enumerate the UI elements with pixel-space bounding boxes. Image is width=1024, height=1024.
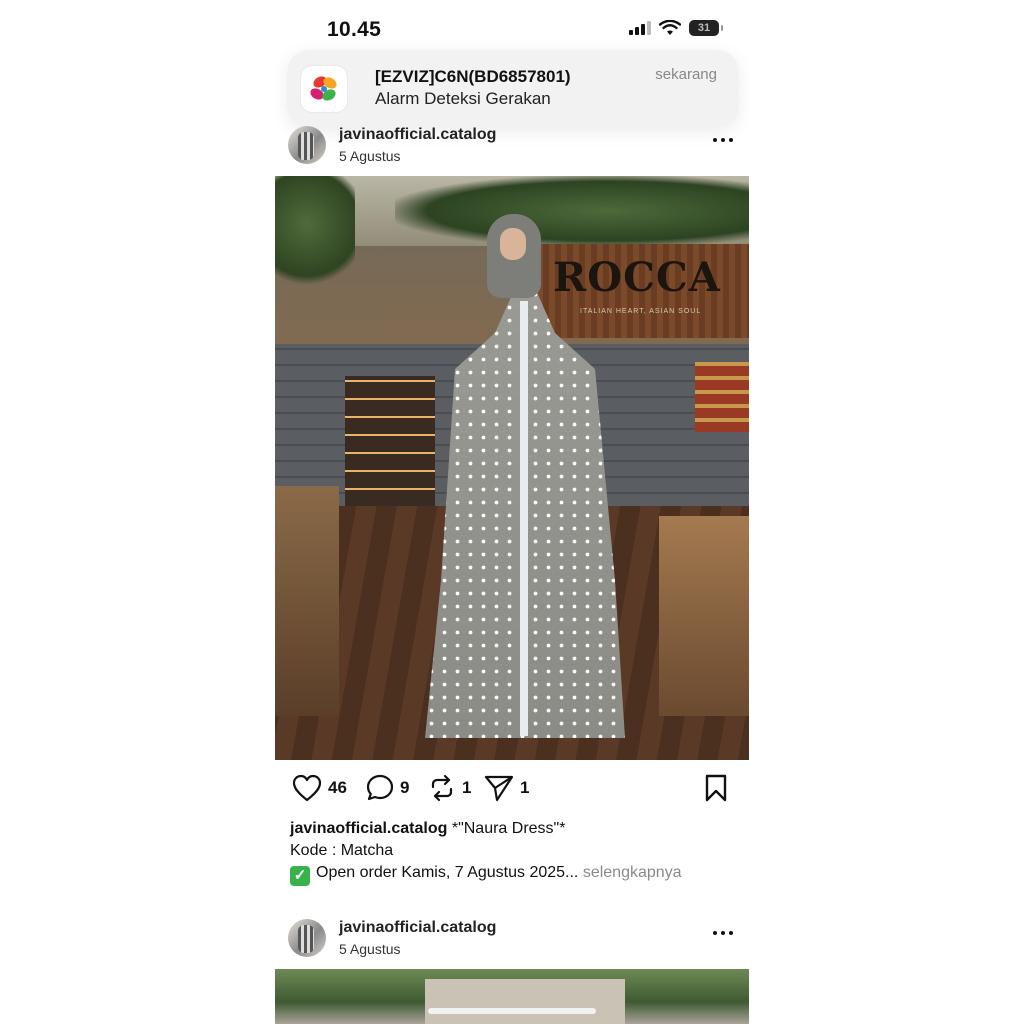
more-options-icon[interactable] (713, 138, 733, 142)
photo-sign-text: ROCCA (553, 254, 721, 301)
phone-screen: 10.45 31 [EZVIZ]C6N(BD6857801) Alarm Det… (275, 0, 749, 1024)
repost-icon (431, 774, 453, 802)
ezviz-app-icon (301, 66, 347, 112)
post-date: 5 Agustus (339, 941, 401, 957)
caption-line-3: ✓ Open order Kamis, 7 Agustus 2025... sel… (290, 862, 740, 886)
repost-button[interactable]: 1 (428, 774, 471, 802)
share-button[interactable]: 1 (484, 774, 529, 802)
post-photo[interactable]: ROCCA ITALIAN HEART, ASIAN SOUL (275, 176, 749, 760)
notification-banner[interactable]: [EZVIZ]C6N(BD6857801) Alarm Deteksi Gera… (287, 50, 739, 128)
post-caption: javinaofficial.catalog *"Naura Dress"* K… (290, 818, 740, 886)
bookmark-icon (705, 774, 727, 802)
like-button[interactable]: 46 (292, 774, 347, 802)
see-more-link[interactable]: selengkapnya (583, 864, 682, 881)
post-username[interactable]: javinaofficial.catalog (339, 919, 496, 937)
more-options-icon[interactable] (713, 931, 733, 935)
comment-count: 9 (400, 778, 410, 797)
signal-icon (629, 21, 651, 35)
caption-line-1: javinaofficial.catalog *"Naura Dress"* (290, 818, 740, 840)
notification-title: [EZVIZ]C6N(BD6857801) (375, 67, 571, 86)
share-count: 1 (520, 778, 530, 797)
photo-sign-subtext: ITALIAN HEART, ASIAN SOUL (580, 308, 702, 315)
send-icon (484, 775, 514, 802)
comment-icon (366, 774, 394, 801)
avatar[interactable] (288, 126, 326, 164)
check-mark-icon: ✓ (290, 866, 310, 886)
heart-icon (292, 774, 322, 802)
caption-line-3-text: Open order Kamis, 7 Agustus 2025... (316, 864, 579, 881)
battery-icon: 31 (689, 20, 723, 36)
post-username[interactable]: javinaofficial.catalog (339, 126, 496, 144)
status-icons: 31 (629, 20, 723, 36)
comment-button[interactable]: 9 (366, 774, 409, 802)
save-button[interactable] (704, 774, 728, 802)
notification-body: Alarm Deteksi Gerakan (375, 89, 551, 108)
post-actions: 46 9 1 1 (275, 770, 749, 810)
post-date: 5 Agustus (339, 148, 401, 164)
post-header: javinaofficial.catalog 5 Agustus (275, 919, 749, 969)
like-count: 46 (328, 778, 347, 797)
caption-title: *"Naura Dress"* (451, 820, 566, 837)
caption-line-2: Kode : Matcha (290, 842, 394, 859)
status-time: 10.45 (327, 18, 382, 41)
repost-count: 1 (462, 778, 472, 797)
notification-time: sekarang (655, 66, 717, 83)
home-indicator[interactable] (428, 1008, 596, 1014)
post-header: javinaofficial.catalog 5 Agustus (275, 126, 749, 176)
avatar[interactable] (288, 919, 326, 957)
wifi-icon (659, 20, 681, 35)
post-photo[interactable] (275, 969, 749, 1024)
caption-username[interactable]: javinaofficial.catalog (290, 820, 447, 837)
